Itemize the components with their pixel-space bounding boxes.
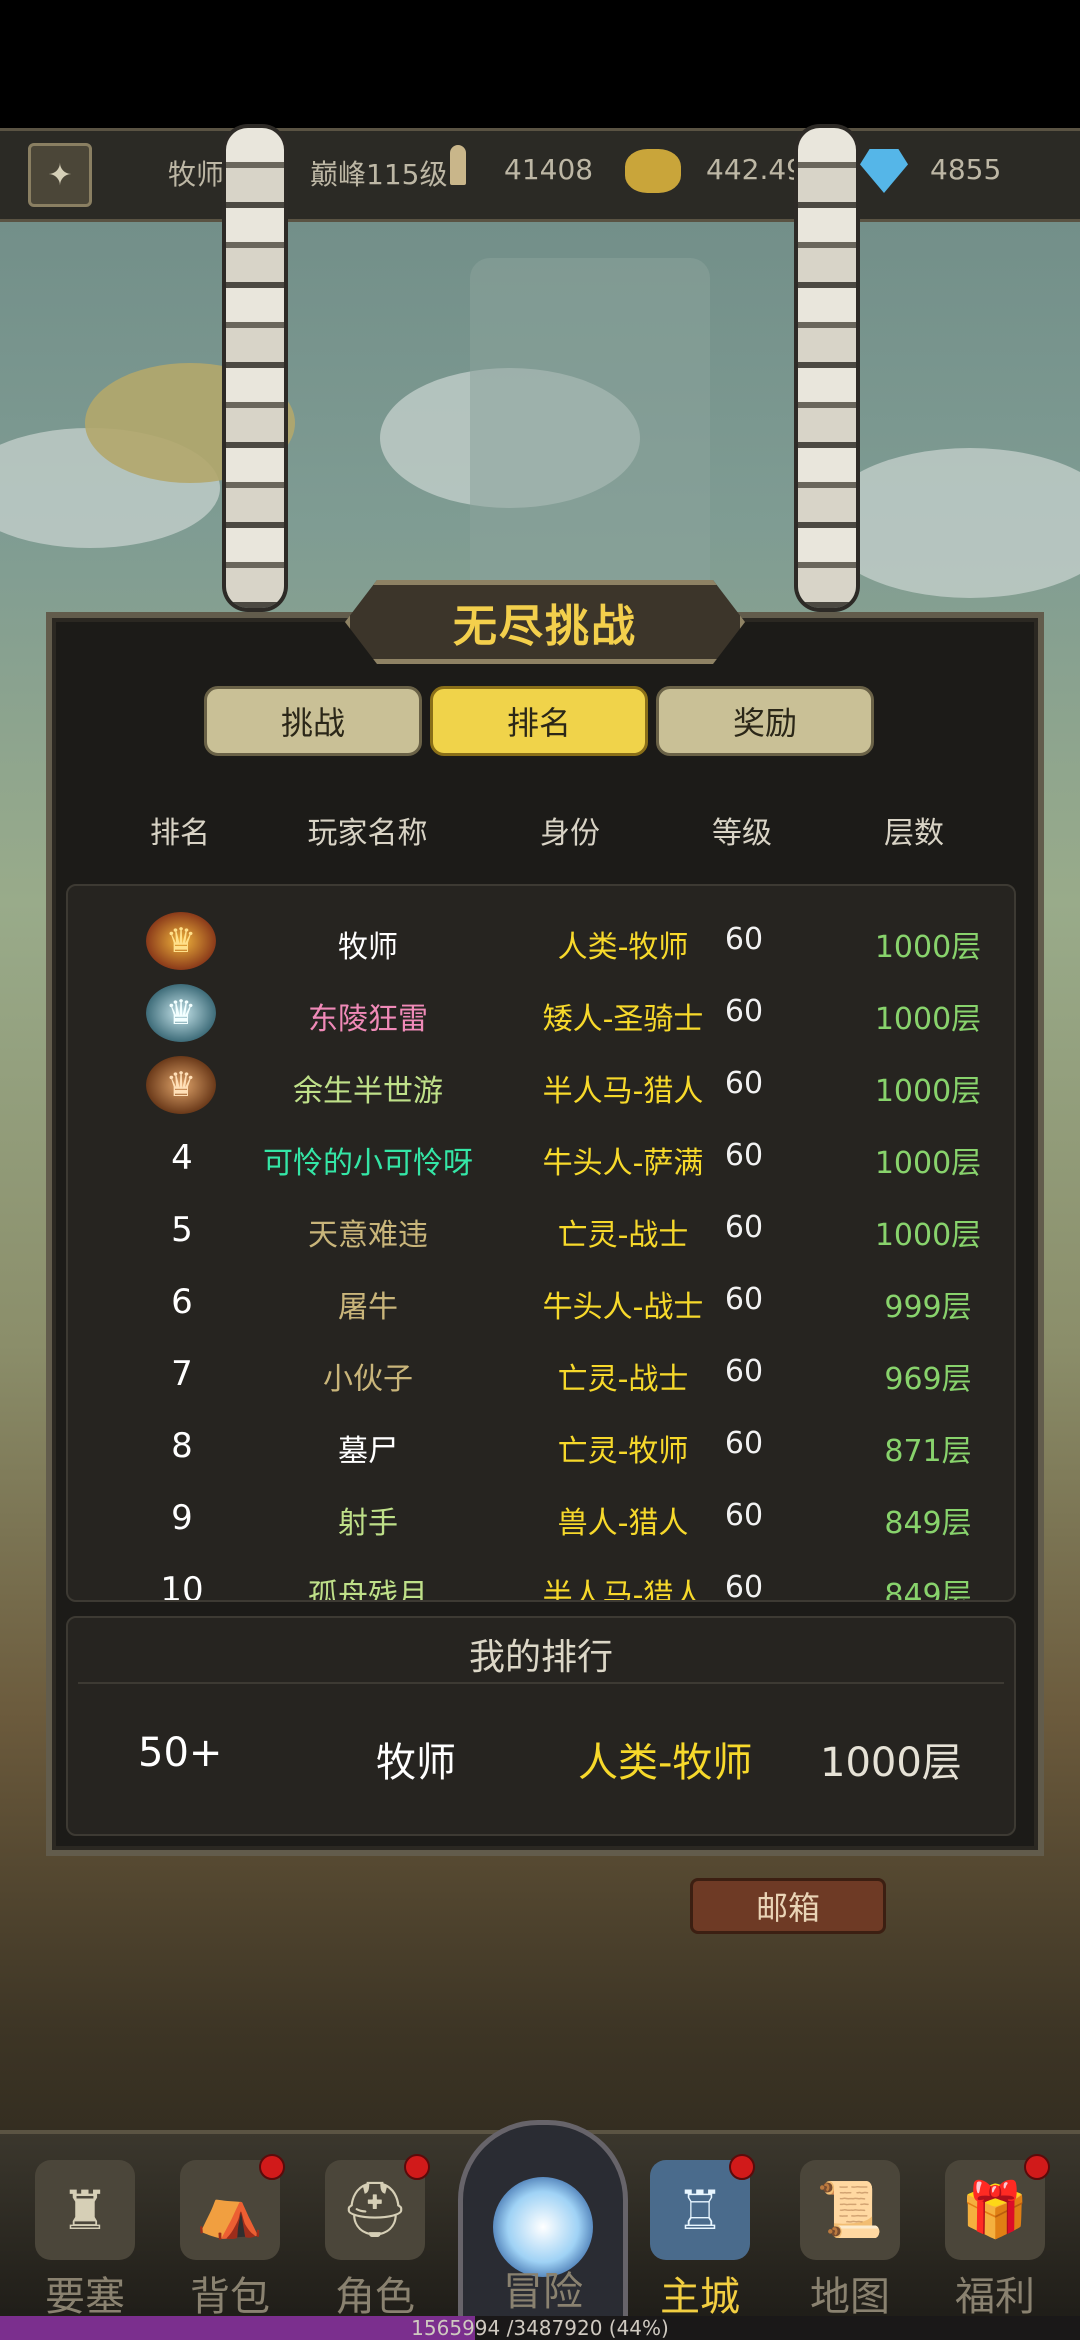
- notification-dot: [404, 2154, 430, 2180]
- gem-value: 4855: [930, 153, 1002, 186]
- header-player: 玩家名称: [307, 816, 428, 851]
- ranking-row[interactable]: 5 天意难违 亡灵-战士 60 1000层: [68, 1194, 1014, 1266]
- notification-dot: [259, 2154, 285, 2180]
- cloud: [820, 448, 1080, 598]
- power-icon: [450, 145, 466, 185]
- mailbox-button[interactable]: 邮箱: [690, 1878, 886, 1934]
- divider: [78, 1682, 1004, 1684]
- player-level: 60: [724, 1570, 764, 1602]
- my-rank-value: 50+: [138, 1730, 223, 1776]
- crown-bronze-icon: ♛: [146, 1056, 216, 1114]
- header-floors: 层数: [884, 816, 944, 851]
- panel-title: 无尽挑战: [345, 580, 745, 664]
- xp-text: 1565994 /3487920 (44%): [411, 2316, 669, 2340]
- player-level: 60: [724, 1354, 764, 1389]
- crown-silver-icon: ♛: [146, 984, 216, 1042]
- chain-left: [226, 128, 284, 608]
- fortress-icon: ♜: [35, 2160, 135, 2260]
- player-floors: 1000层: [874, 1002, 982, 1037]
- player-class: 牧师: [168, 158, 225, 191]
- player-floors: 849层: [884, 1578, 972, 1602]
- gold-coin-icon[interactable]: [625, 149, 681, 193]
- player-floors: 999层: [884, 1290, 972, 1325]
- player-floors: 1000层: [874, 1074, 982, 1109]
- player-level: 60: [724, 1498, 764, 1533]
- nav-backpack[interactable]: ⛺ 背包: [165, 2154, 295, 2320]
- scroll-map-icon: 📜: [800, 2160, 900, 2260]
- ranking-row[interactable]: 6 屠牛 牛头人-战士 60 999层: [68, 1266, 1014, 1338]
- player-level: 60: [724, 1426, 764, 1461]
- xp-bar: 1565994 /3487920 (44%): [0, 2316, 1080, 2340]
- player-floors: 849层: [884, 1506, 972, 1541]
- my-ranking-title: 我的排行: [468, 1637, 613, 1678]
- tab-rewards[interactable]: 奖励: [656, 686, 874, 756]
- crown-gold-icon: ♛: [146, 912, 216, 970]
- peak-level: 巅峰115级: [310, 158, 448, 191]
- tab-challenge[interactable]: 挑战: [204, 686, 422, 756]
- player-floors: 1000层: [874, 1218, 982, 1253]
- notification-dot: [1024, 2154, 1050, 2180]
- player-floors: 1000层: [874, 930, 982, 965]
- ranking-row[interactable]: 9 射手 兽人-猎人 60 849层: [68, 1482, 1014, 1554]
- tab-ranking[interactable]: 排名: [430, 686, 648, 756]
- player-level: 60: [724, 922, 764, 957]
- ranking-row[interactable]: 4 可怜的小可怜呀 牛头人-萨满 60 1000层: [68, 1122, 1014, 1194]
- winged-emblem-icon[interactable]: ✦: [28, 143, 92, 207]
- player-floors: 969层: [884, 1362, 972, 1397]
- ranking-list[interactable]: ♛ 牧师 人类-牧师 60 1000层 ♛ 东陵狂雷 矮人-圣骑士 60 1000层 ♛ 余生半世游半…: [66, 884, 1016, 1602]
- top-status-bar: ✦ 牧师 巅峰115级 41408 442.49 4855: [0, 128, 1080, 222]
- ranking-row[interactable]: 8 墓尸 亡灵-牧师 60 871层: [68, 1410, 1014, 1482]
- nav-map[interactable]: 📜 地图: [785, 2160, 915, 2320]
- player-level: 60: [724, 1138, 764, 1173]
- nav-fortress[interactable]: ♜ 要塞: [20, 2160, 150, 2320]
- my-floors: 1000层: [820, 1740, 962, 1786]
- ranking-row[interactable]: 7 小伙子 亡灵-战士 60 969层: [68, 1338, 1014, 1410]
- header-identity: 身份: [540, 816, 600, 851]
- my-player-name: 牧师: [376, 1740, 456, 1786]
- player-level: 60: [724, 1210, 764, 1245]
- header-level: 等级: [712, 816, 772, 851]
- notification-dot: [729, 2154, 755, 2180]
- ranking-row[interactable]: ♛ 东陵狂雷 矮人-圣骑士 60 1000层: [68, 978, 1014, 1050]
- nav-character[interactable]: ⛑ 角色: [310, 2154, 440, 2320]
- header-rank: 排名: [150, 816, 210, 851]
- diamond-icon[interactable]: [860, 149, 908, 193]
- gold-value: 442.49: [706, 153, 804, 186]
- player-level: 60: [724, 1282, 764, 1317]
- player-level: 60: [724, 1066, 764, 1101]
- ranking-row[interactable]: 10 孤舟残月 半人马-猎人 60 849层: [68, 1554, 1014, 1602]
- power-value: 41408: [504, 153, 594, 186]
- ranking-row[interactable]: ♛ 余生半世游 半人马-猎人 60 1000层: [68, 1050, 1014, 1122]
- ranking-row[interactable]: ♛ 牧师 人类-牧师 60 1000层: [68, 906, 1014, 978]
- my-identity: 人类-牧师: [578, 1740, 753, 1786]
- my-ranking-box: 我的排行 50+ 牧师 人类-牧师 1000层: [66, 1616, 1016, 1836]
- nav-main-city[interactable]: ♖ 主城: [635, 2154, 765, 2320]
- nav-welfare[interactable]: 🎁 福利: [930, 2154, 1060, 2320]
- chain-right: [798, 128, 856, 608]
- player-level: 60: [724, 994, 764, 1029]
- player-floors: 871层: [884, 1434, 972, 1469]
- nav-adventure[interactable]: 冒险: [458, 2120, 628, 2326]
- player-floors: 1000层: [874, 1146, 982, 1181]
